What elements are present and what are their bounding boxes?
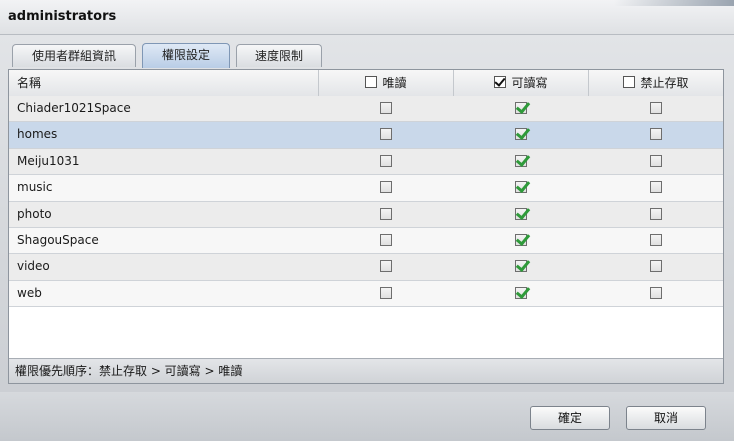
shared-folder-name: homes — [17, 127, 58, 142]
noaccess-checkbox[interactable] — [650, 233, 662, 246]
shared-folder-name: Chiader1021Space — [17, 101, 131, 115]
shared-folder-name: music — [17, 180, 53, 195]
grid-header: 名稱 唯讀 可讀寫 禁止存取 — [9, 70, 723, 97]
noaccess-checkbox[interactable] — [650, 286, 662, 299]
readwrite-checkbox[interactable] — [515, 286, 527, 299]
tab-speed-limit[interactable]: 速度限制 — [236, 44, 322, 67]
column-header-name-label: 名稱 — [17, 76, 42, 90]
table-row[interactable]: music — [9, 175, 723, 202]
readwrite-checkbox[interactable] — [515, 260, 527, 273]
column-header-readwrite-label: 可讀寫 — [511, 76, 548, 90]
readonly-checkbox[interactable] — [380, 207, 392, 220]
ok-button[interactable]: 確定 — [530, 406, 610, 430]
column-header-noaccess[interactable]: 禁止存取 — [589, 70, 723, 96]
readwrite-checkbox[interactable] — [515, 154, 527, 167]
column-header-name[interactable]: 名稱 — [9, 70, 319, 96]
title-bar[interactable]: administrators — [0, 0, 734, 35]
readonly-checkbox[interactable] — [380, 181, 392, 194]
permissions-grid: 名稱 唯讀 可讀寫 禁止存取 Chiader1021Space homes Me… — [8, 69, 724, 384]
permissions-dialog: administrators 使用者群組資訊 權限設定 速度限制 名稱 唯讀 可… — [0, 0, 734, 441]
table-row[interactable]: Chiader1021Space — [9, 96, 723, 123]
readwrite-checkbox[interactable] — [515, 233, 527, 246]
readwrite-checkbox[interactable] — [515, 181, 527, 194]
noaccess-checkbox[interactable] — [650, 181, 662, 194]
readonly-checkbox[interactable] — [380, 233, 392, 246]
cancel-button[interactable]: 取消 — [626, 406, 706, 430]
readonly-checkbox[interactable] — [380, 154, 392, 167]
shared-folder-name: photo — [17, 206, 52, 221]
table-row[interactable]: homes — [9, 122, 723, 149]
readwrite-all-checkbox[interactable] — [494, 76, 507, 88]
grid-rows: Chiader1021Space homes Meiju1031 music p… — [9, 96, 723, 308]
column-header-readwrite[interactable]: 可讀寫 — [454, 70, 589, 96]
readonly-all-checkbox[interactable] — [365, 76, 378, 88]
readonly-checkbox[interactable] — [380, 128, 392, 141]
shared-folder-name: video — [17, 259, 50, 274]
column-header-readonly[interactable]: 唯讀 — [319, 70, 454, 96]
readwrite-checkbox[interactable] — [515, 128, 527, 141]
noaccess-checkbox[interactable] — [650, 154, 662, 167]
shared-folder-name: ShagouSpace — [17, 232, 99, 247]
column-header-readonly-label: 唯讀 — [382, 76, 407, 90]
readwrite-checkbox[interactable] — [515, 207, 527, 220]
window-title: administrators — [8, 9, 117, 24]
noaccess-checkbox[interactable] — [650, 102, 662, 114]
priority-note: 權限優先順序：禁止存取 > 可讀寫 > 唯讀 — [9, 358, 723, 383]
table-row[interactable]: ShagouSpace — [9, 227, 723, 255]
shared-folder-name: web — [17, 285, 42, 300]
readonly-checkbox[interactable] — [380, 260, 392, 273]
noaccess-all-checkbox[interactable] — [623, 76, 636, 88]
readonly-checkbox[interactable] — [380, 102, 392, 114]
noaccess-checkbox[interactable] — [650, 207, 662, 220]
table-row[interactable]: Meiju1031 — [9, 148, 723, 176]
noaccess-checkbox[interactable] — [650, 260, 662, 273]
readwrite-checkbox[interactable] — [515, 102, 527, 114]
button-bar — [0, 392, 734, 441]
table-row[interactable]: video — [9, 254, 723, 281]
column-header-noaccess-label: 禁止存取 — [640, 76, 689, 90]
title-bar-edge — [614, 0, 734, 6]
noaccess-checkbox[interactable] — [650, 128, 662, 141]
table-row[interactable]: web — [9, 280, 723, 308]
readonly-checkbox[interactable] — [380, 286, 392, 299]
table-row[interactable]: photo — [9, 201, 723, 228]
tab-permissions[interactable]: 權限設定 — [142, 43, 230, 68]
tab-group-info[interactable]: 使用者群組資訊 — [12, 44, 136, 67]
shared-folder-name: Meiju1031 — [17, 153, 80, 168]
